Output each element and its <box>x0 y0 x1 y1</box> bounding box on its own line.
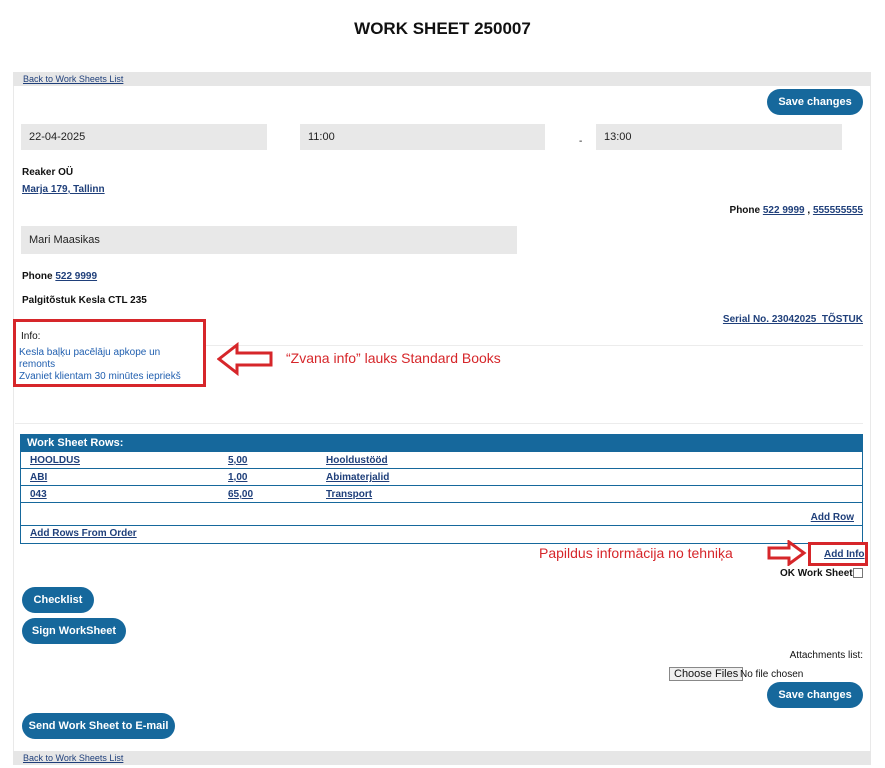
checklist-button[interactable]: Checklist <box>22 587 94 613</box>
row-name[interactable]: Hooldustööd <box>326 453 388 469</box>
attachments-label: Attachments list: <box>789 650 863 661</box>
client-phone-separator: , <box>807 205 811 216</box>
ok-work-sheet-label: OK Work Sheet <box>780 568 853 579</box>
client-name: Reaker OÜ <box>22 167 74 178</box>
sign-worksheet-button[interactable]: Sign WorkSheet <box>22 618 126 644</box>
info-line-3: Zvaniet klientam 30 minūtes iepriekš <box>19 371 181 382</box>
serial-number-link[interactable]: Serial No. 23042025_TÕSTUK <box>723 314 863 325</box>
row-qty[interactable]: 1,00 <box>228 470 247 486</box>
info-divider-bottom <box>15 423 863 424</box>
row-qty[interactable]: 65,00 <box>228 487 253 503</box>
ok-work-sheet-checkbox[interactable] <box>853 568 863 578</box>
time-to-field[interactable]: 13:00 <box>596 124 842 150</box>
annotation-arrow-right-icon <box>767 540 807 566</box>
add-row-link[interactable]: Add Row <box>811 512 854 523</box>
device-name: Palgitõstuk Kesla CTL 235 <box>22 295 147 306</box>
page-title: WORK SHEET 250007 <box>354 19 531 38</box>
annotation-arrow-left-icon <box>217 342 273 376</box>
row-qty[interactable]: 5,00 <box>228 453 247 469</box>
table-row[interactable]: HOOLDUS 5,00 Hooldustööd <box>21 453 862 469</box>
back-to-list-link-bottom[interactable]: Back to Work Sheets List <box>23 753 123 763</box>
add-rows-from-order-link[interactable]: Add Rows From Order <box>30 528 137 539</box>
info-text: Kesla baļķu pacēlāju apkope un remonts Z… <box>19 347 181 383</box>
client-phone-1-link[interactable]: 522 9999 <box>763 205 805 216</box>
contact-name-field[interactable]: Mari Maasikas <box>21 226 517 254</box>
send-email-button[interactable]: Send Work Sheet to E-mail <box>22 713 175 739</box>
worksheet-rows-header: Work Sheet Rows: <box>21 435 862 452</box>
save-changes-button-top[interactable]: Save changes <box>767 89 863 115</box>
time-from-field[interactable]: 11:00 <box>300 124 545 150</box>
info-line-2: remonts <box>19 359 56 370</box>
back-to-list-link-top[interactable]: Back to Work Sheets List <box>23 74 123 84</box>
add-info-annotation-note: Papildus informācija no tehniķa <box>539 545 733 561</box>
add-info-link[interactable]: Add Info <box>824 549 865 560</box>
client-phone-label: Phone <box>729 205 761 216</box>
row-name[interactable]: Transport <box>326 487 372 503</box>
worksheet-rows-table: Work Sheet Rows: HOOLDUS 5,00 Hooldustöö… <box>20 434 863 544</box>
row-code[interactable]: ABI <box>30 470 47 486</box>
top-nav-bar: Back to Work Sheets List <box>13 72 871 86</box>
contact-phone: Phone 522 9999 <box>22 271 97 282</box>
table-row[interactable]: ABI 1,00 Abimaterjalid <box>21 470 862 486</box>
info-annotation-note: “Zvana info” lauks Standard Books <box>286 350 501 366</box>
table-row[interactable]: 043 65,00 Transport <box>21 487 862 503</box>
no-file-chosen-text: No file chosen <box>740 669 804 680</box>
info-line-1: Kesla baļķu pacēlāju apkope un <box>19 347 161 358</box>
date-field[interactable]: 22-04-2025 <box>21 124 267 150</box>
rows-divider <box>21 525 862 526</box>
info-label: Info: <box>21 331 41 342</box>
contact-phone-label: Phone <box>22 271 53 282</box>
row-name[interactable]: Abimaterjalid <box>326 470 389 486</box>
client-phones: Phone 522 9999 , 555555555 <box>730 205 863 216</box>
client-address-link[interactable]: Marja 179, Tallinn <box>22 184 105 195</box>
client-phone-2-link[interactable]: 555555555 <box>813 205 863 216</box>
row-code[interactable]: 043 <box>30 487 47 503</box>
worksheet-frame <box>13 86 871 751</box>
time-separator: - <box>579 136 583 147</box>
row-code[interactable]: HOOLDUS <box>30 453 80 469</box>
save-changes-button-bottom[interactable]: Save changes <box>767 682 863 708</box>
info-divider-top <box>206 345 863 346</box>
contact-phone-link[interactable]: 522 9999 <box>55 271 97 282</box>
bottom-nav-bar: Back to Work Sheets List <box>13 751 871 765</box>
choose-files-button[interactable]: Choose Files <box>669 667 744 681</box>
